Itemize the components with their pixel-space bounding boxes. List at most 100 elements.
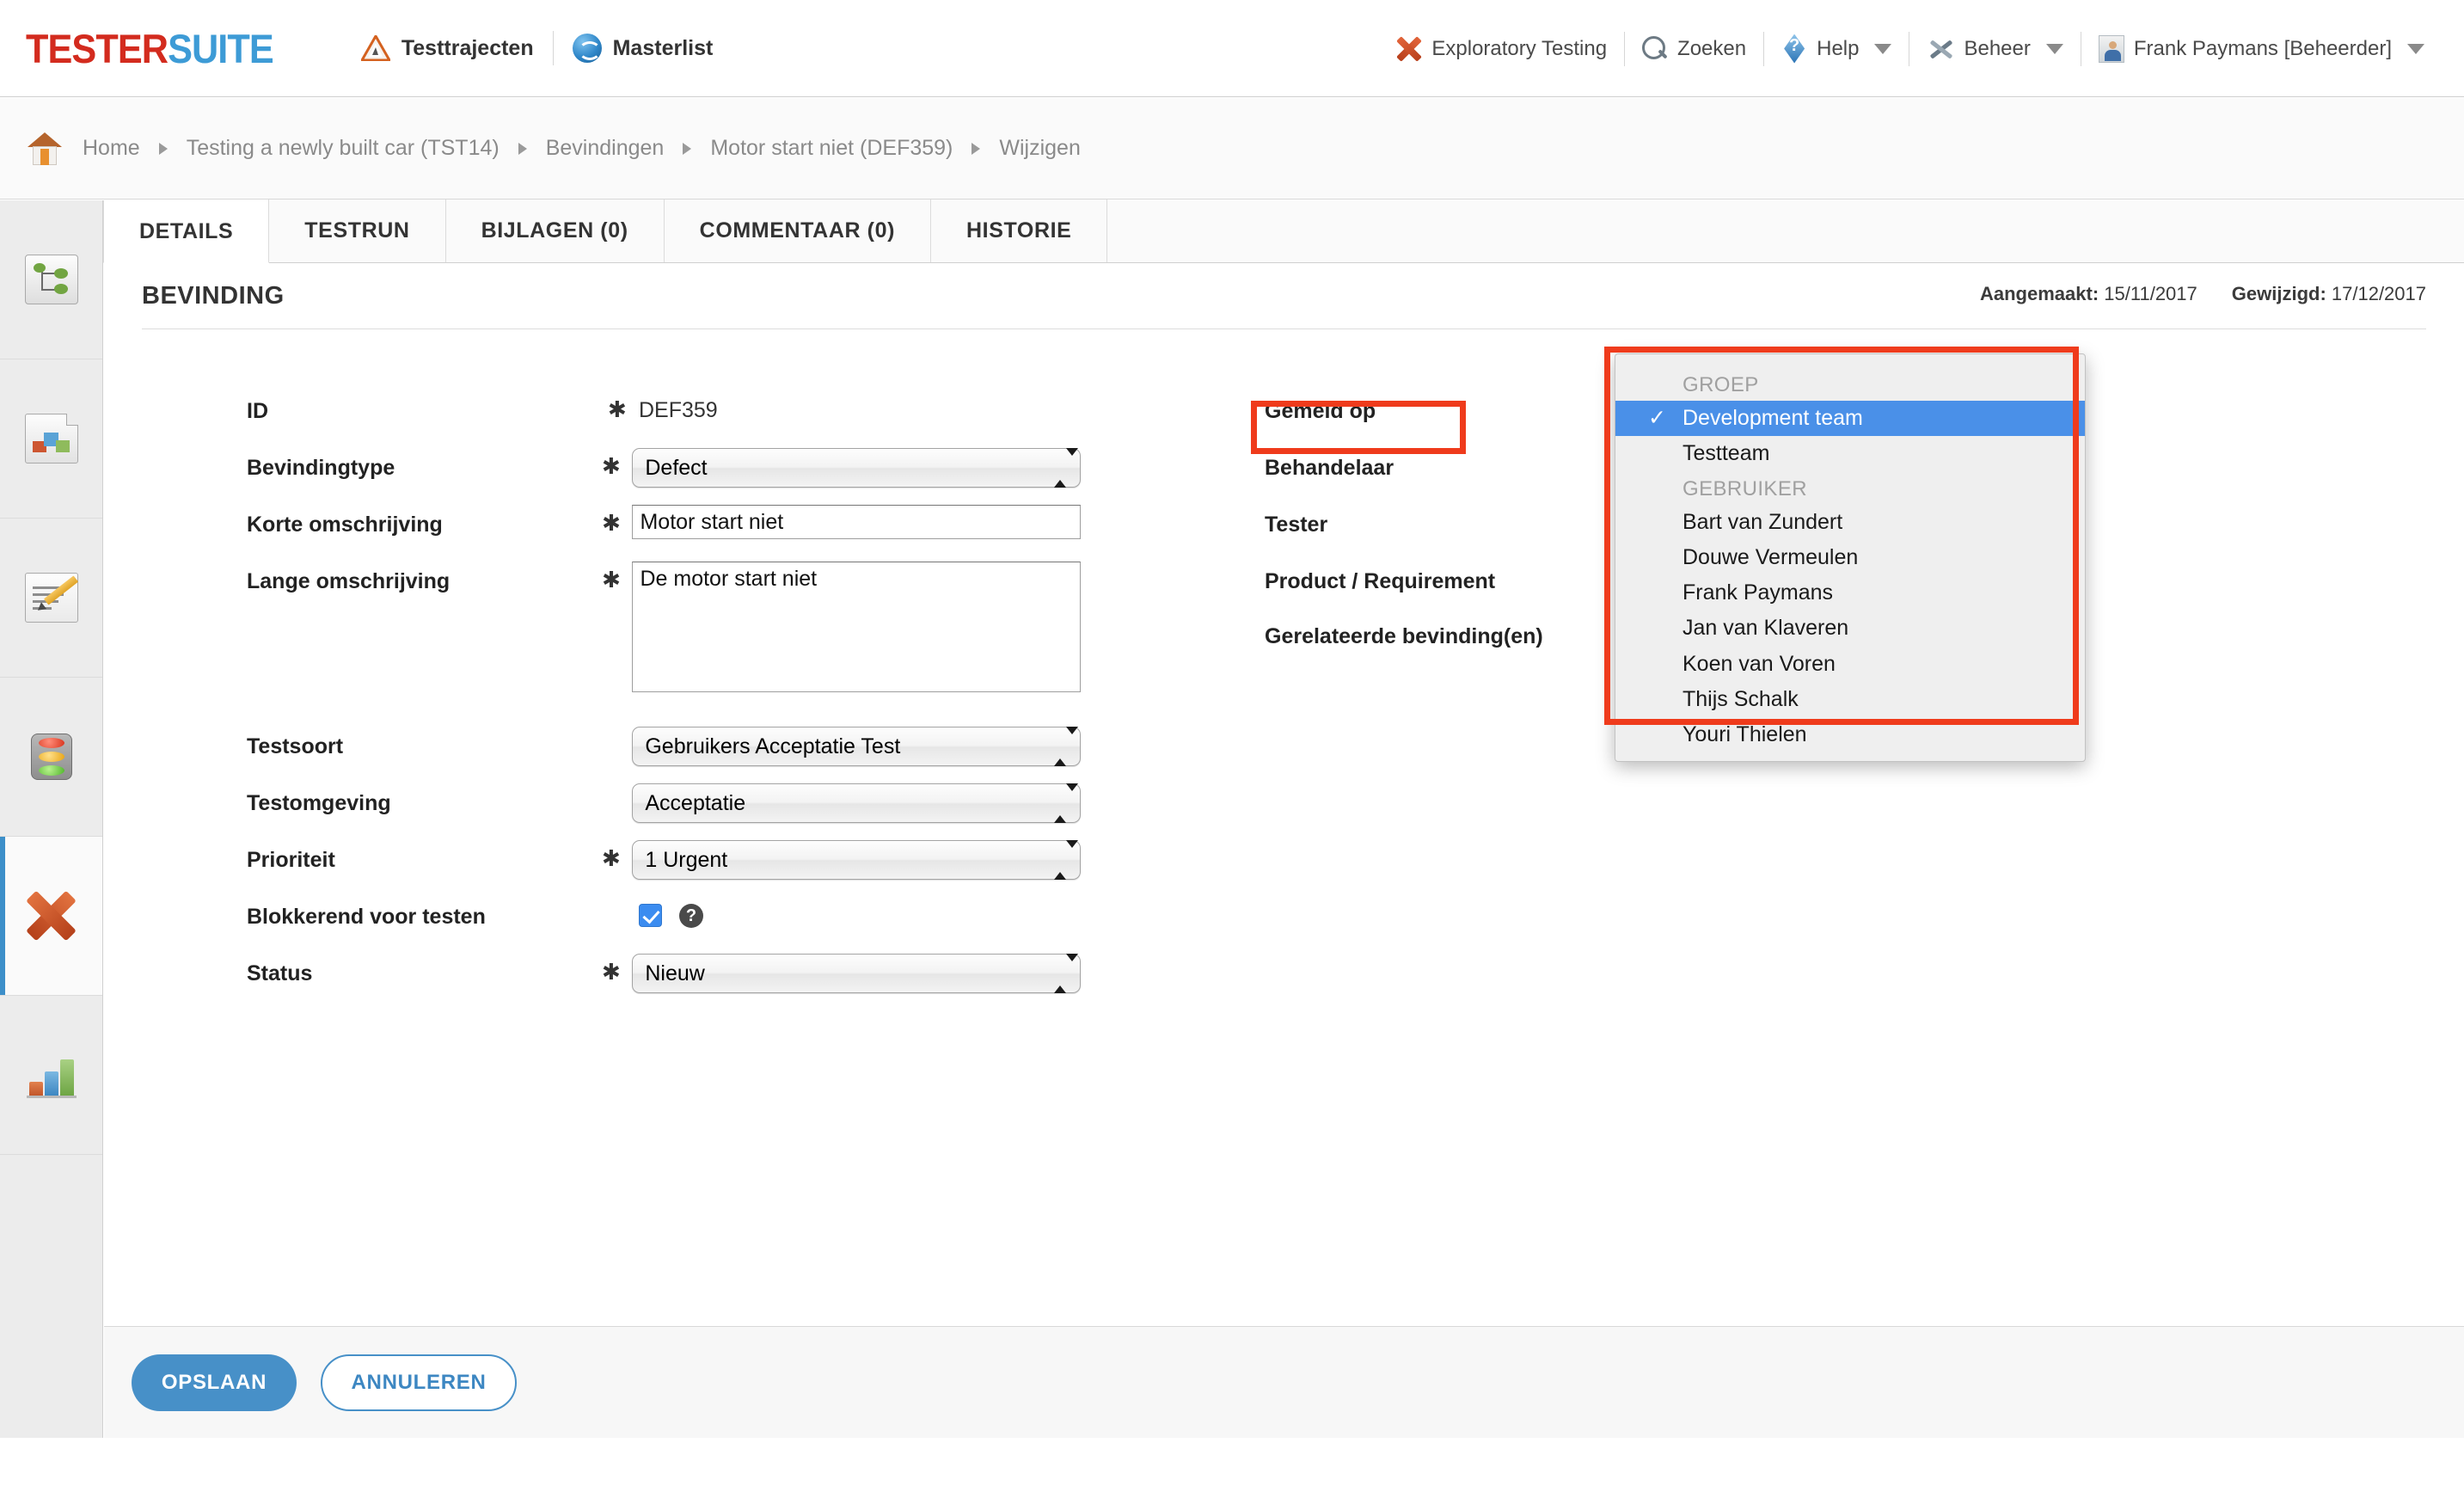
breadcrumb-separator-icon [158,142,168,155]
tab-historie-label: HISTORIE [966,218,1072,243]
tab-testrun[interactable]: TESTRUN [268,200,446,262]
logo-part-suite: SUITE [168,25,274,71]
warning-triangle-icon [360,35,390,61]
help-circle-icon[interactable]: ? [679,904,703,928]
orange-x-icon [23,890,80,942]
logo-part-tester: TESTER [26,25,169,71]
checkbox-blokkerend-voor-testen[interactable] [639,904,662,927]
avatar-icon [2098,34,2124,63]
sidebar-item-defects[interactable] [0,837,102,996]
dropdown-option-frank-paymans[interactable]: Frank Paymans [1615,575,2085,611]
select-status[interactable]: Nieuw [632,954,1081,993]
nav-item-masterlist[interactable]: Masterlist [554,34,732,63]
dropdown-option-label: Bart van Zundert [1683,509,1843,534]
input-korte-omschrijving[interactable] [632,505,1081,539]
select-bevindingtype[interactable]: Defect [632,448,1081,488]
panel-dates: Aangemaakt: 15/11/2017 Gewijzigd: 17/12/… [1980,283,2426,305]
save-button[interactable]: OPSLAAN [132,1354,297,1411]
form-column-left: ID ✱ DEF359 Bevindingtype ✱ Defect Korte… [247,391,1081,1010]
field-row-blokkerend: Blokkerend voor testen ? [247,897,1081,954]
chevron-down-icon [2407,43,2424,54]
select-testomgeving[interactable]: Acceptatie [632,783,1081,823]
tab-bijlagen[interactable]: BIJLAGEN (0) [444,200,665,262]
tab-commentaar[interactable]: COMMENTAAR (0) [663,200,932,262]
help-diamond-icon: ? [1781,34,1807,64]
beheer-menu[interactable]: Beheer [1909,36,2080,62]
user-menu-label: Frank Paymans [Beheerder] [2133,36,2392,60]
exploratory-testing-label: Exploratory Testing [1431,36,1608,60]
dropdown-option-label: Youri Thielen [1683,722,1807,746]
dropdown-option-jan-van-klaveren[interactable]: Jan van Klaveren [1615,611,2085,646]
field-row-lange: Lange omschrijving ✱ [247,562,1081,727]
field-row-testomgeving: Testomgeving Acceptatie [247,783,1081,840]
app-logo[interactable]: TESTERSUITE [26,25,274,72]
tab-bar: DETAILS TESTRUN BIJLAGEN (0) COMMENTAAR … [103,200,2464,263]
behandelaar-dropdown-menu[interactable]: GROEP ✓ Development team Testteam GEBRUI… [1615,353,2086,763]
label-prioriteit: Prioriteit [247,848,335,872]
globe-refresh-icon [572,34,602,63]
modified-label: Gewijzigd: [2231,283,2326,304]
select-status-value: Nieuw [645,961,705,985]
required-marker: ✱ [602,510,621,536]
textarea-lange-omschrijving[interactable] [632,562,1081,692]
created-date: Aangemaakt: 15/11/2017 [1980,283,2197,305]
label-testsoort: Testsoort [247,734,344,758]
dropdown-option-youri-thielen[interactable]: Youri Thielen [1615,717,2085,752]
sidebar-item-testcases[interactable] [0,519,102,678]
dropdown-group-header-groep: GROEP [1683,373,1759,396]
document-blocks-icon [24,414,78,464]
dropdown-option-label: Thijs Schalk [1683,686,1799,711]
top-header-bar: TESTERSUITE Testtrajecten Masterlist Exp… [0,0,2464,97]
search-button[interactable]: Zoeken [1625,35,1763,62]
breadcrumb-item-home[interactable]: Home [79,136,144,161]
required-marker [602,727,632,732]
breadcrumb-item-defect[interactable]: Motor start niet (DEF359) [707,136,956,161]
field-row-bevindingtype: Bevindingtype ✱ Defect [247,448,1081,505]
panel-header: BEVINDING Aangemaakt: 15/11/2017 Gewijzi… [142,264,2426,329]
nav-item-testtrajecten[interactable]: Testtrajecten [342,35,553,61]
select-prioriteit[interactable]: 1 Urgent [632,840,1081,880]
tab-bijlagen-label: BIJLAGEN (0) [481,218,628,243]
modified-value: 17/12/2017 [2331,283,2426,304]
label-tester: Tester [1265,513,1328,537]
sidebar-item-documents[interactable] [0,359,102,519]
required-marker: ✱ [608,396,627,422]
search-label: Zoeken [1677,36,1747,60]
sidebar-item-tree[interactable] [0,200,102,359]
breadcrumb-item-bevindingen[interactable]: Bevindingen [542,136,668,161]
stepper-arrows-icon [1053,783,1078,823]
home-icon[interactable] [28,132,62,165]
dropdown-option-bart-van-zundert[interactable]: Bart van Zundert [1615,505,2085,540]
exploratory-testing-button[interactable]: Exploratory Testing [1379,36,1624,62]
dropdown-option-label: Koen van Voren [1683,651,1836,676]
sidebar-item-status[interactable] [0,678,102,837]
label-status: Status [247,961,313,985]
cancel-button[interactable]: ANNULEREN [321,1354,517,1411]
created-label: Aangemaakt: [1980,283,2099,304]
chevron-down-icon [1874,43,1892,54]
help-label: Help [1817,36,1860,60]
select-testsoort[interactable]: Gebruikers Acceptatie Test [632,727,1081,766]
breadcrumb-item-project[interactable]: Testing a newly built car (TST14) [183,136,503,161]
document-edit-icon [24,573,78,623]
dropdown-option-thijs-schalk[interactable]: Thijs Schalk [1615,682,2085,717]
dropdown-option-koen-van-voren[interactable]: Koen van Voren [1615,647,2085,682]
user-menu[interactable]: Frank Paymans [Beheerder] [2081,34,2442,63]
traffic-light-icon [25,732,78,782]
dropdown-option-testteam[interactable]: Testteam [1615,436,2085,471]
sidebar-item-reports[interactable] [0,996,102,1155]
required-marker [602,783,632,789]
stepper-arrows-icon [1053,727,1078,766]
label-gerelateerde-bevindingen: Gerelateerde bevinding(en) [1265,624,1543,648]
dropdown-option-douwe-vermeulen[interactable]: Douwe Vermeulen [1615,540,2085,575]
field-row-id: ID ✱ DEF359 [247,391,1081,448]
field-row-status: Status ✱ Nieuw [247,954,1081,1010]
help-menu[interactable]: ? Help [1764,34,1909,64]
nav-item-masterlist-label: Masterlist [612,35,714,60]
tab-details[interactable]: DETAILS [103,200,270,263]
breadcrumb-item-wijzigen: Wijzigen [999,136,1081,160]
tab-historie[interactable]: HISTORIE [930,200,1108,262]
required-marker: ✱ [601,453,621,479]
stepper-arrows-icon [1053,954,1078,993]
dropdown-option-development-team[interactable]: ✓ Development team [1615,401,2085,437]
